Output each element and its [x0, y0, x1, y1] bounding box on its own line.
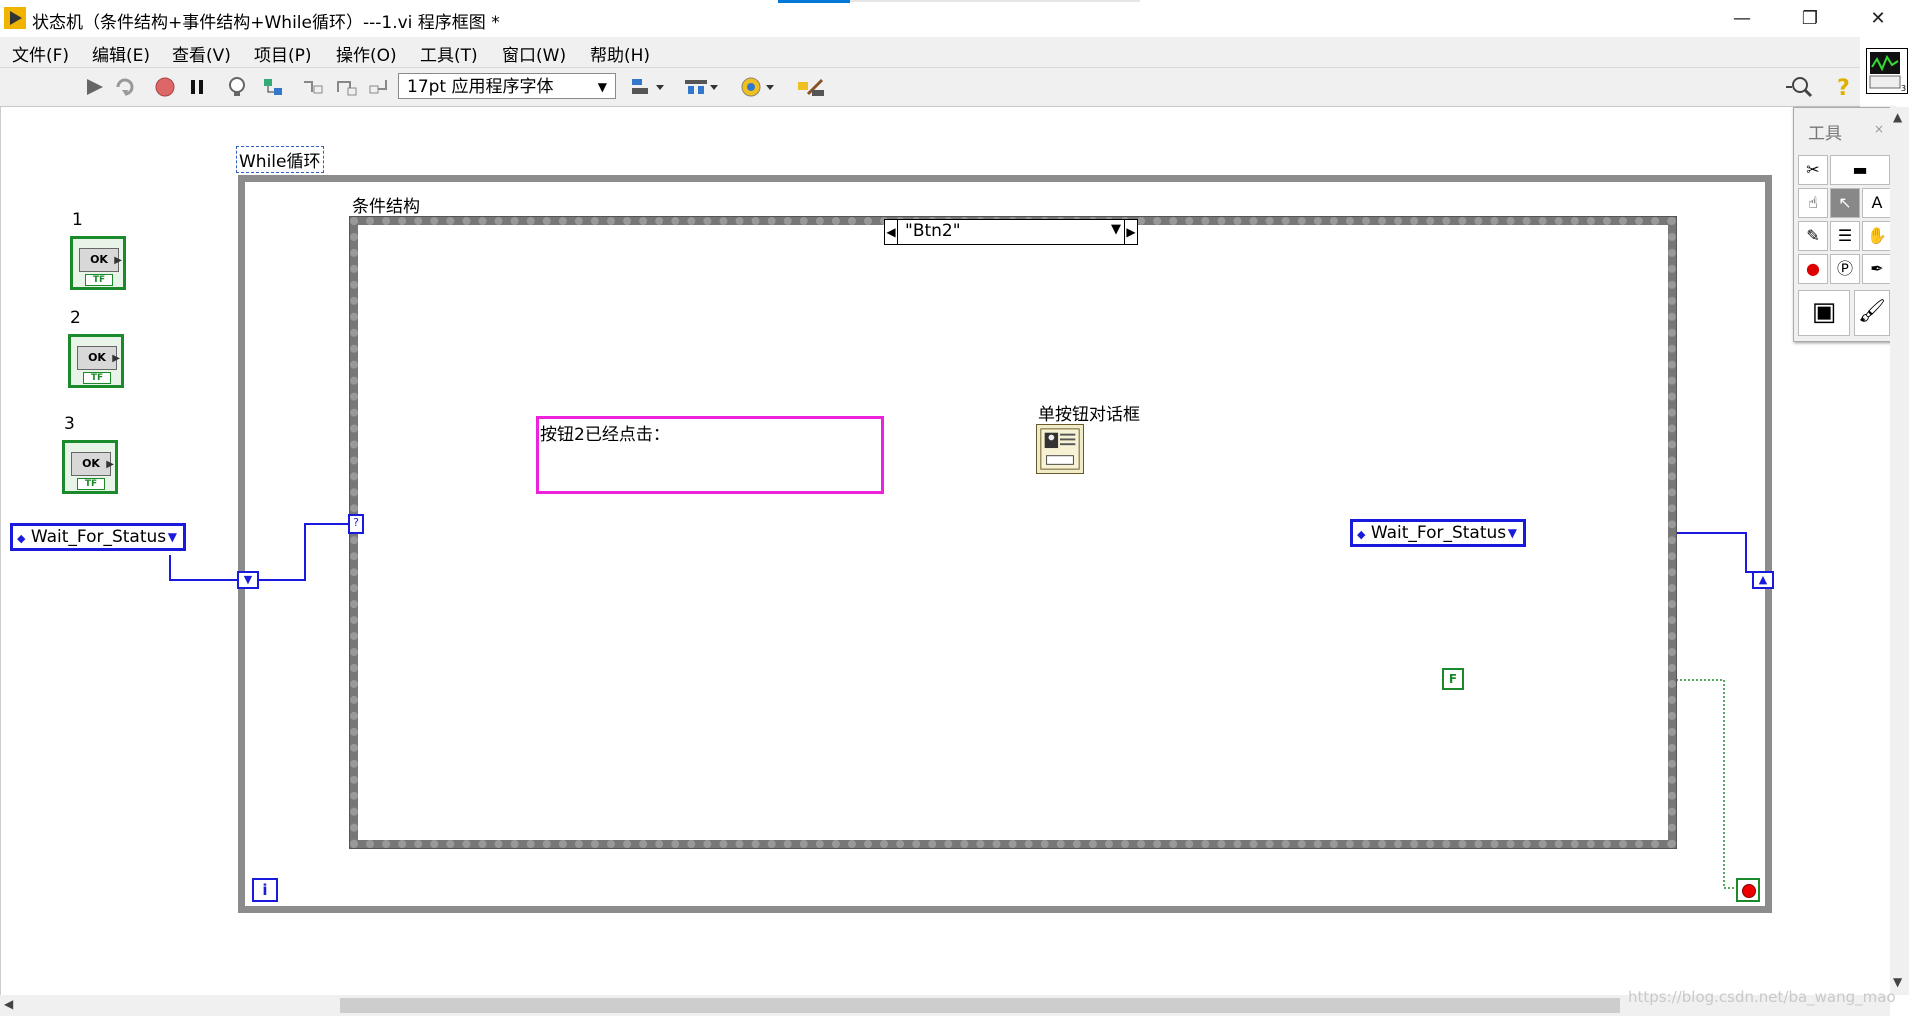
output-arrow-icon: ▶ [114, 255, 122, 266]
case-structure-label[interactable]: 条件结构 [352, 192, 420, 217]
horizontal-scrollbar-thumb[interactable] [340, 998, 1620, 1013]
tf-badge: TF [83, 372, 111, 384]
tools-palette-title: 工具 [1808, 124, 1842, 144]
button-3-terminal[interactable]: OK ▶ TF [62, 440, 118, 494]
scroll-down-icon[interactable]: ▼ [1893, 975, 1902, 989]
paintbrush-icon[interactable]: 🖌 [1854, 290, 1890, 336]
ok-face: OK [77, 346, 117, 370]
enum-increment-icon: ◆ [1357, 528, 1366, 541]
operate-value-tool-icon[interactable]: ☝ [1798, 188, 1828, 218]
get-color-tool-icon[interactable]: ✒ [1862, 254, 1892, 284]
enum-value: Wait_For_Status [1370, 523, 1507, 543]
button-1-label: 1 [72, 210, 83, 230]
auto-tool-toggle-icon[interactable]: ▬ [1830, 155, 1890, 185]
connect-wire-tool-icon[interactable]: ✎ [1798, 221, 1828, 251]
case-selector-terminal[interactable]: ? [348, 514, 364, 534]
one-button-dialog-icon[interactable] [1036, 424, 1084, 474]
chevron-down-icon[interactable]: ▼ [1508, 522, 1517, 544]
chevron-down-icon[interactable]: ▼ [168, 526, 177, 548]
button-2-terminal[interactable]: OK ▶ TF [68, 334, 124, 388]
case-next-arrow-icon[interactable]: ▶ [1124, 220, 1137, 244]
scroll-left-icon[interactable]: ◀ [4, 997, 13, 1011]
ok-face: OK [71, 452, 111, 476]
tools-close-icon[interactable]: × [1868, 118, 1890, 140]
automatic-tool-icon[interactable]: ✂ [1798, 155, 1828, 185]
stop-condition-terminal[interactable] [1736, 878, 1760, 902]
output-arrow-icon: ▶ [106, 459, 114, 470]
button-3-label: 3 [64, 414, 75, 434]
false-constant[interactable]: F [1442, 668, 1464, 690]
output-arrow-icon: ▶ [112, 353, 120, 364]
ok-face: OK [79, 248, 119, 272]
case-selector-value: "Btn2" [905, 221, 961, 241]
shift-register-left[interactable]: ▼ [237, 571, 259, 589]
probe-data-tool-icon[interactable]: Ⓟ [1830, 254, 1860, 284]
set-color-tool-icon[interactable]: ▣ [1798, 290, 1850, 336]
chevron-down-icon[interactable]: ▼ [1111, 222, 1121, 237]
edit-text-tool-icon[interactable]: A [1862, 188, 1892, 218]
case-prev-arrow-icon[interactable]: ◀ [885, 220, 898, 244]
set-breakpoint-tool-icon[interactable]: ● [1798, 254, 1828, 284]
string-constant-text: 按钮2已经点击： [540, 425, 670, 445]
vertical-scrollbar-thumb[interactable] [1893, 130, 1906, 870]
scroll-window-tool-icon[interactable]: ✋ [1862, 221, 1892, 251]
tf-badge: TF [85, 274, 113, 286]
iteration-terminal[interactable]: i [252, 878, 278, 902]
tf-badge: TF [77, 478, 105, 490]
one-button-dialog-label: 单按钮对话框 [1038, 405, 1140, 425]
shift-register-right[interactable]: ▲ [1752, 571, 1774, 589]
enum-increment-icon: ◆ [17, 532, 26, 545]
button-1-terminal[interactable]: OK ▶ TF [70, 236, 126, 290]
object-shortcut-menu-tool-icon[interactable]: ☰ [1830, 221, 1860, 251]
position-select-tool-icon[interactable]: ↖ [1830, 188, 1860, 218]
while-loop-label[interactable]: While循环 [236, 146, 324, 173]
case-selector-label[interactable]: ◀ "Btn2" ▼ ▶ [884, 219, 1138, 245]
scroll-up-icon[interactable]: ▲ [1893, 110, 1902, 124]
watermark: https://blog.csdn.net/ba_wang_mao [1628, 988, 1896, 1006]
button-2-label: 2 [70, 308, 81, 328]
enum-value: Wait_For_Status [30, 527, 167, 547]
enum-constant-initial[interactable]: ◆ Wait_For_Status ▼ [10, 523, 186, 551]
enum-constant-next-state[interactable]: ◆ Wait_For_Status ▼ [1350, 519, 1526, 547]
